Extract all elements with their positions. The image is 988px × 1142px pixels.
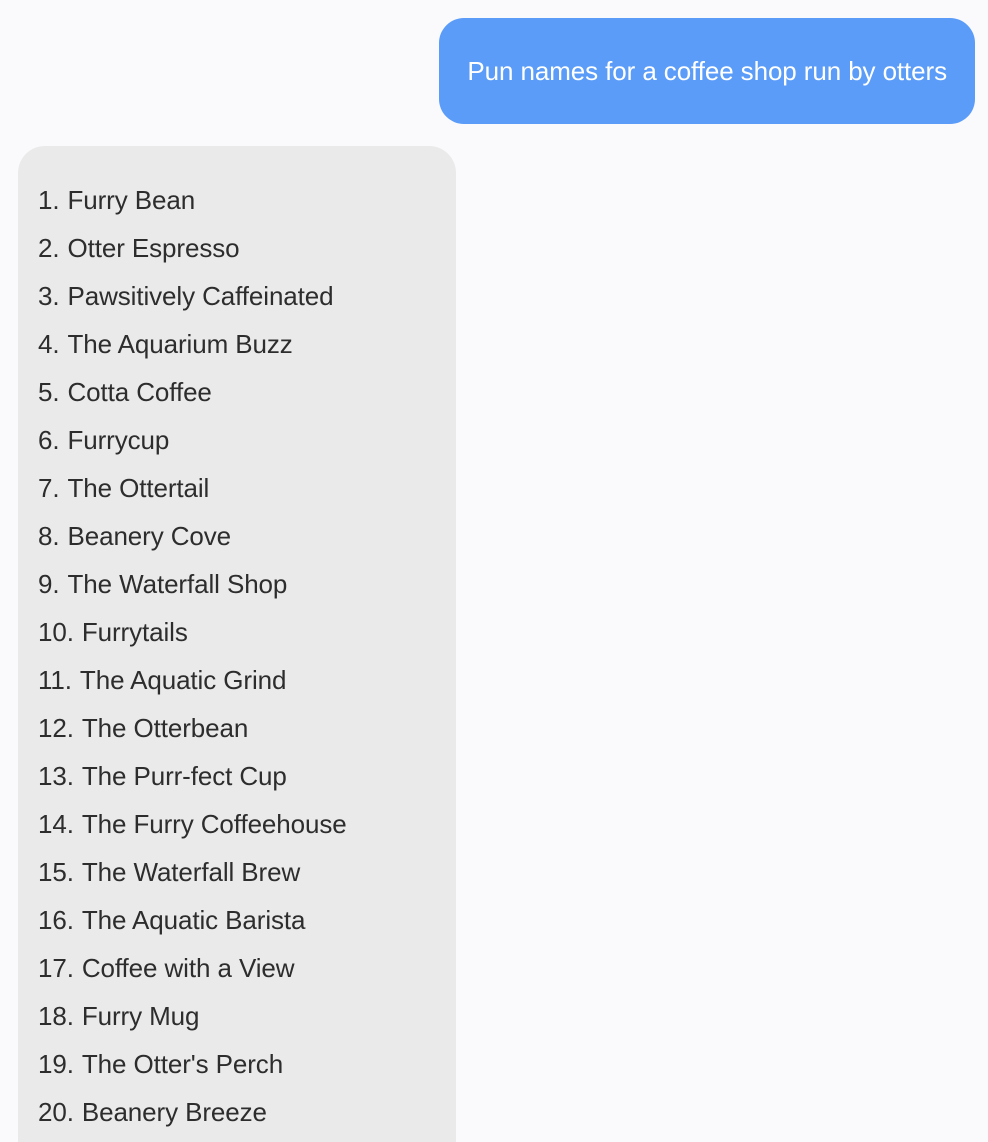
list-item: 8. Beanery Cove xyxy=(38,512,436,560)
list-item-number: 5. xyxy=(38,377,60,407)
list-item-label: Coffee with a View xyxy=(81,953,295,983)
list-item-number: 15. xyxy=(38,857,74,887)
list-item-number: 8. xyxy=(38,521,60,551)
list-item-label: Pawsitively Caffeinated xyxy=(67,281,334,311)
list-item-number: 3. xyxy=(38,281,60,311)
user-message-text: Pun names for a coffee shop run by otter… xyxy=(467,56,947,86)
list-item: 15. The Waterfall Brew xyxy=(38,848,436,896)
list-item-label: The Waterfall Shop xyxy=(67,569,288,599)
list-item-label: Furry Bean xyxy=(67,185,196,215)
list-item: 19. The Otter's Perch xyxy=(38,1040,436,1088)
list-item-label: The Otter's Perch xyxy=(81,1049,284,1079)
list-item: 12. The Otterbean xyxy=(38,704,436,752)
list-item-label: Beanery Breeze xyxy=(81,1097,267,1127)
pun-name-list: 1. Furry Bean 2. Otter Espresso 3. Pawsitivel… xyxy=(38,176,436,1136)
list-item-number: 19. xyxy=(38,1049,74,1079)
list-item-label: Otter Espresso xyxy=(67,233,240,263)
list-item-number: 16. xyxy=(38,905,74,935)
list-item: 4. The Aquarium Buzz xyxy=(38,320,436,368)
list-item-label: The Aquarium Buzz xyxy=(67,329,293,359)
list-item-label: The Purr-fect Cup xyxy=(81,761,287,791)
list-item-number: 17. xyxy=(38,953,74,983)
user-message-row: Pun names for a coffee shop run by otter… xyxy=(0,18,988,124)
list-item-label: Beanery Cove xyxy=(67,521,232,551)
list-item: 3. Pawsitively Caffeinated xyxy=(38,272,436,320)
list-item-label: The Ottertail xyxy=(67,473,210,503)
list-item: 6. Furrycup xyxy=(38,416,436,464)
list-item: 16. The Aquatic Barista xyxy=(38,896,436,944)
user-message-bubble[interactable]: Pun names for a coffee shop run by otter… xyxy=(439,18,975,124)
list-item-number: 6. xyxy=(38,425,60,455)
list-item: 1. Furry Bean xyxy=(38,176,436,224)
list-item: 20. Beanery Breeze xyxy=(38,1088,436,1136)
list-item: 10. Furrytails xyxy=(38,608,436,656)
list-item-number: 18. xyxy=(38,1001,74,1031)
list-item-label: Furry Mug xyxy=(81,1001,200,1031)
list-item-number: 14. xyxy=(38,809,74,839)
list-item-number: 7. xyxy=(38,473,60,503)
list-item-label: The Otterbean xyxy=(81,713,249,743)
list-item-label: The Aquatic Grind xyxy=(79,665,287,695)
assistant-message-row: 1. Furry Bean 2. Otter Espresso 3. Pawsitivel… xyxy=(18,146,456,1142)
list-item: 17. Coffee with a View xyxy=(38,944,436,992)
list-item-label: The Waterfall Brew xyxy=(81,857,301,887)
chat-conversation: Pun names for a coffee shop run by otter… xyxy=(0,0,988,1142)
list-item: 9. The Waterfall Shop xyxy=(38,560,436,608)
list-item-label: The Aquatic Barista xyxy=(81,905,306,935)
list-item-number: 20. xyxy=(38,1097,74,1127)
list-item-number: 4. xyxy=(38,329,60,359)
list-item-number: 11. xyxy=(38,665,72,695)
list-item-label: Furrycup xyxy=(67,425,170,455)
list-item-number: 2. xyxy=(38,233,60,263)
list-item: 7. The Ottertail xyxy=(38,464,436,512)
list-item-label: Furrytails xyxy=(81,617,188,647)
list-item-label: Cotta Coffee xyxy=(67,377,212,407)
list-item-number: 12. xyxy=(38,713,74,743)
list-item-number: 1. xyxy=(38,185,60,215)
list-item-number: 9. xyxy=(38,569,60,599)
list-item: 11. The Aquatic Grind xyxy=(38,656,436,704)
list-item-number: 10. xyxy=(38,617,74,647)
assistant-message-bubble[interactable]: 1. Furry Bean 2. Otter Espresso 3. Pawsitivel… xyxy=(18,146,456,1142)
list-item: 18. Furry Mug xyxy=(38,992,436,1040)
list-item: 13. The Purr-fect Cup xyxy=(38,752,436,800)
list-item-number: 13. xyxy=(38,761,74,791)
list-item: 5. Cotta Coffee xyxy=(38,368,436,416)
list-item: 14. The Furry Coffeehouse xyxy=(38,800,436,848)
list-item-label: The Furry Coffeehouse xyxy=(81,809,347,839)
list-item: 2. Otter Espresso xyxy=(38,224,436,272)
